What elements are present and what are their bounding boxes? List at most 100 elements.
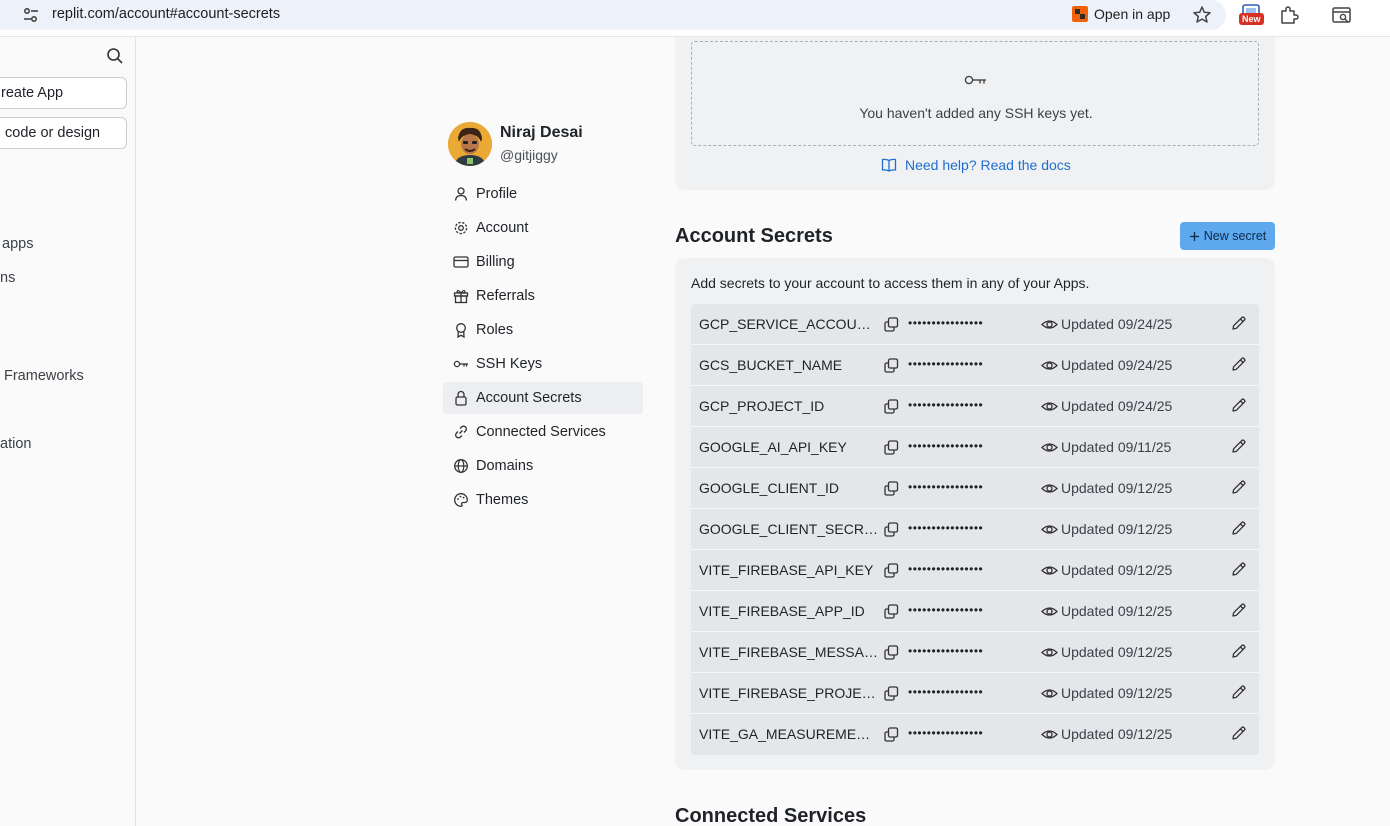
secret-updated: Updated 09/11/25 — [1061, 439, 1172, 455]
pencil-icon[interactable] — [1230, 643, 1247, 660]
nav-label-roles: Roles — [476, 322, 514, 338]
link-icon — [455, 425, 467, 439]
eye-icon[interactable] — [1041, 562, 1058, 579]
nav-label-referrals: Referrals — [476, 288, 535, 304]
secret-name: GCS_BUCKET_NAME — [699, 357, 843, 373]
nav-item-connected-services[interactable]: Connected Services — [443, 416, 643, 448]
pencil-icon[interactable] — [1230, 725, 1247, 742]
copy-icon[interactable] — [883, 726, 900, 743]
secret-name: VITE_FIREBASE_API_KEY — [699, 562, 874, 578]
search-icon[interactable] — [106, 47, 124, 65]
eye-icon[interactable] — [1041, 603, 1058, 620]
browser-toolbar: replit.com/account#account-secrets Open … — [0, 0, 1390, 37]
avatar[interactable] — [448, 122, 492, 166]
nav-item-referrals[interactable]: Referrals — [443, 280, 643, 312]
app-sidebar: reate App code or design apps ns Framewo… — [0, 37, 136, 826]
nav-item-account[interactable]: Account — [443, 212, 643, 244]
replit-logo-icon — [1072, 6, 1088, 22]
secret-updated: Updated 09/12/25 — [1061, 726, 1173, 742]
site-settings-icon[interactable] — [22, 6, 40, 24]
secret-name: GCP_SERVICE_ACCOUNT_… — [699, 316, 879, 332]
sidebar-item-ation[interactable]: ation — [0, 436, 31, 452]
secret-row: GCP_SERVICE_ACCOUNT_… •••••••••••••••• Upd… — [691, 304, 1259, 345]
copy-icon[interactable] — [883, 603, 900, 620]
gift-icon — [453, 289, 469, 304]
secret-value-masked: •••••••••••••••• — [908, 562, 984, 576]
import-code-or-design-button[interactable]: code or design — [0, 117, 127, 149]
nav-item-billing[interactable]: Billing — [443, 246, 643, 278]
secret-row: VITE_FIREBASE_APP_ID •••••••••••••••• Upda… — [691, 591, 1259, 632]
secret-name: VITE_FIREBASE_APP_ID — [699, 603, 865, 619]
copy-icon[interactable] — [883, 357, 900, 374]
pencil-icon[interactable] — [1230, 684, 1247, 701]
eye-icon[interactable] — [1041, 726, 1058, 743]
secret-value-masked: •••••••••••••••• — [908, 357, 984, 371]
eye-icon[interactable] — [1041, 685, 1058, 702]
copy-icon[interactable] — [883, 398, 900, 415]
eye-icon[interactable] — [1041, 521, 1058, 538]
read-docs-link[interactable]: Need help? Read the docs — [881, 157, 1071, 173]
pencil-icon[interactable] — [1230, 561, 1247, 578]
secret-value-masked: •••••••••••••••• — [908, 480, 984, 494]
nav-item-profile[interactable]: Profile — [443, 178, 643, 210]
nav-item-domains[interactable]: Domains — [443, 450, 643, 482]
eye-icon[interactable] — [1041, 398, 1058, 415]
nav-label-domains: Domains — [476, 458, 534, 474]
account-secrets-card: Add secrets to your account to access th… — [675, 258, 1275, 770]
secret-row: VITE_FIREBASE_MESSAG… •••••••••••••••• Upd… — [691, 632, 1259, 673]
secret-value-masked: •••••••••••••••• — [908, 439, 984, 453]
sidebar-item-ns[interactable]: ns — [0, 270, 15, 286]
eye-icon[interactable] — [1041, 480, 1058, 497]
plus-icon — [1189, 231, 1199, 241]
pencil-icon[interactable] — [1230, 356, 1247, 373]
star-icon[interactable] — [1191, 4, 1213, 26]
sidebar-item-apps[interactable]: apps — [2, 236, 33, 252]
secret-updated: Updated 09/12/25 — [1061, 603, 1173, 619]
url-text[interactable]: replit.com/account#account-secrets — [52, 6, 280, 22]
secret-name: VITE_FIREBASE_PROJECT… — [699, 685, 879, 701]
pencil-icon[interactable] — [1230, 602, 1247, 619]
connected-services-heading: Connected Services — [675, 805, 867, 826]
pencil-icon[interactable] — [1230, 520, 1247, 537]
secret-updated: Updated 09/24/25 — [1061, 398, 1173, 414]
copy-icon[interactable] — [883, 644, 900, 661]
copy-icon[interactable] — [883, 685, 900, 702]
secret-value-masked: •••••••••••••••• — [908, 685, 984, 699]
secret-value-masked: •••••••••••••••• — [908, 398, 984, 412]
secrets-description: Add secrets to your account to access th… — [691, 275, 1090, 291]
eye-icon[interactable] — [1041, 439, 1058, 456]
pencil-icon[interactable] — [1230, 438, 1247, 455]
create-app-button[interactable]: reate App — [0, 77, 127, 109]
nav-item-account-secrets[interactable]: Account Secrets — [443, 382, 643, 414]
account-secrets-heading: Account Secrets — [675, 225, 833, 247]
copy-icon[interactable] — [883, 480, 900, 497]
open-in-app-button[interactable]: Open in app — [1064, 2, 1180, 26]
address-bar[interactable]: replit.com/account#account-secrets Open … — [0, 0, 1226, 30]
nav-item-roles[interactable]: Roles — [443, 314, 643, 346]
eye-icon[interactable] — [1041, 644, 1058, 661]
secret-name: VITE_FIREBASE_MESSAG… — [699, 644, 879, 660]
copy-icon[interactable] — [883, 316, 900, 333]
sidebar-item-frameworks[interactable]: Frameworks — [4, 368, 84, 384]
secret-value-masked: •••••••••••••••• — [908, 644, 984, 658]
copy-icon[interactable] — [883, 562, 900, 579]
secrets-list: GCP_SERVICE_ACCOUNT_… •••••••••••••••• Upd… — [691, 304, 1259, 755]
gear-icon — [454, 221, 468, 235]
globe-icon — [454, 459, 468, 473]
copy-icon[interactable] — [883, 439, 900, 456]
pencil-icon[interactable] — [1230, 479, 1247, 496]
pencil-icon[interactable] — [1230, 397, 1247, 414]
read-docs-label: Need help? Read the docs — [905, 157, 1071, 173]
nav-item-ssh-keys[interactable]: SSH Keys — [443, 348, 643, 380]
secret-updated: Updated 09/12/25 — [1061, 685, 1173, 701]
pencil-icon[interactable] — [1230, 315, 1247, 332]
new-secret-button[interactable]: New secret — [1180, 222, 1275, 250]
extensions-puzzle-icon[interactable] — [1278, 4, 1300, 26]
tab-search-icon[interactable] — [1331, 4, 1353, 26]
eye-icon[interactable] — [1041, 316, 1058, 333]
eye-icon[interactable] — [1041, 357, 1058, 374]
secret-name: GCP_PROJECT_ID — [699, 398, 825, 414]
nav-item-themes[interactable]: Themes — [443, 484, 643, 516]
copy-icon[interactable] — [883, 521, 900, 538]
profile-name: Niraj Desai — [500, 124, 583, 141]
